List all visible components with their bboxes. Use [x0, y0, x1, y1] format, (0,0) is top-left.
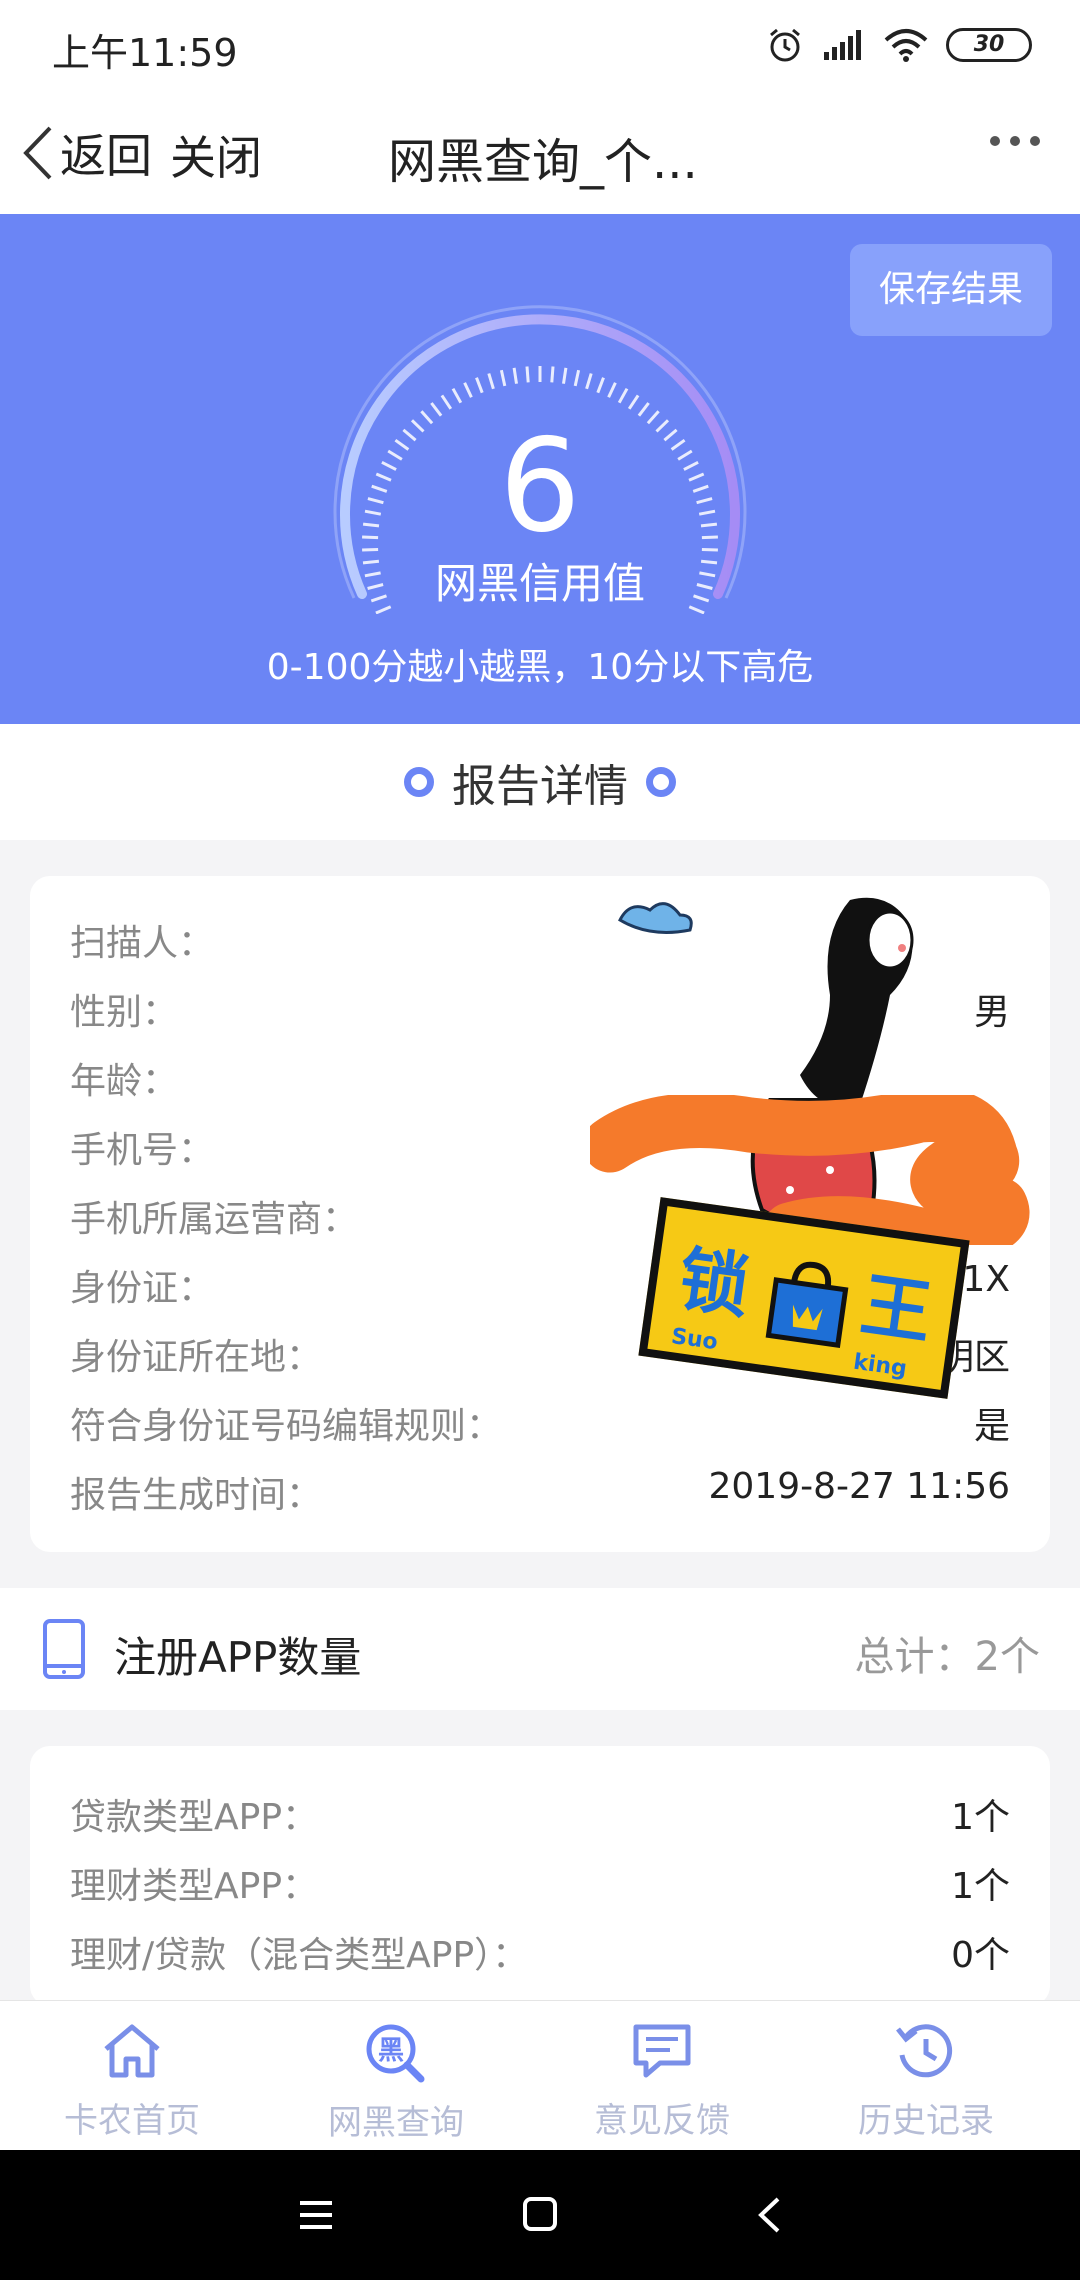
tab-label: 卡农首页: [64, 2101, 200, 2141]
back-label: 返回: [60, 129, 152, 183]
gauge-tick: [451, 387, 463, 404]
tab-history[interactable]: 历史记录: [826, 2021, 1026, 2142]
sticker-text-left: 锁: [673, 1237, 755, 1329]
battery-indicator: 30: [946, 28, 1032, 62]
detail-label: 年龄：: [70, 1061, 179, 1102]
save-result-button[interactable]: 保存结果: [850, 244, 1052, 336]
gauge-tick: [596, 377, 605, 394]
detail-value: 2019-8-27 11:56: [708, 1466, 1011, 1507]
bottom-tab-bar: 卡农首页 黑 网黑查询 意见反馈 历史记录: [0, 2000, 1080, 2150]
detail-label: 手机号：: [70, 1130, 215, 1171]
status-icons: 30: [766, 26, 1032, 64]
app-row-label: 理财类型APP：: [70, 1866, 319, 1907]
phone-icon: [43, 1619, 85, 1679]
wifi-icon: [884, 29, 928, 62]
app-row-value: 1个: [951, 1797, 1010, 1838]
shopping-bag-icon: [765, 1261, 849, 1348]
gauge-tick: [512, 367, 518, 384]
app-row-value: 0个: [951, 1935, 1010, 1976]
detail-value: 是: [973, 1406, 1010, 1447]
tab-label: 意见反馈: [594, 2101, 730, 2141]
detail-row: 符合身份证号码编辑规则： 是: [70, 1397, 1010, 1457]
ring-icon: [646, 767, 676, 797]
home-icon: [104, 2024, 160, 2078]
score-hero: 保存结果 6 网黑信用值 0-100分越小越黑，10分以下高危: [0, 214, 1080, 724]
detail-row: 报告生成时间： 2019-8-27 11:56: [70, 1466, 1010, 1526]
gauge-tick: [475, 377, 484, 394]
ring-icon: [404, 767, 434, 797]
gauge-tick: [627, 394, 640, 410]
report-section-header: 报告详情: [0, 724, 1080, 840]
detail-label: 扫描人：: [70, 923, 215, 964]
tab-label: 网黑查询: [328, 2103, 464, 2143]
more-dot-icon: [1010, 136, 1020, 146]
credit-score-label: 网黑信用值: [434, 559, 645, 608]
home-square-icon[interactable]: [522, 2196, 558, 2232]
detail-label: 身份证：: [70, 1268, 215, 1309]
detail-label: 身份证所在地：: [70, 1337, 323, 1378]
gauge-tick: [607, 382, 617, 398]
gauge-tick: [487, 373, 495, 390]
app-row: 理财/贷款（混合类型APP）： 0个: [70, 1926, 1010, 1986]
app-count-title: 注册APP数量: [114, 1633, 362, 1682]
credit-score: 6: [499, 412, 581, 561]
more-dot-icon: [1030, 136, 1040, 146]
tab-feedback[interactable]: 意见反馈: [562, 2021, 762, 2142]
report-heading: 报告详情: [452, 761, 628, 812]
status-bar: 上午11:59 30: [0, 0, 1080, 92]
detail-label: 报告生成时间：: [70, 1475, 323, 1516]
tab-blacklist-query[interactable]: 黑 网黑查询: [296, 2021, 496, 2144]
signal-icon: [824, 30, 861, 60]
app-count-header: 注册APP数量 总计：2个: [0, 1588, 1080, 1710]
tab-home[interactable]: 卡农首页: [32, 2021, 232, 2142]
sticker-text-right: 王: [856, 1263, 937, 1355]
app-row: 贷款类型APP： 1个: [70, 1788, 1010, 1848]
app-count-total: 总计：2个: [854, 1634, 1040, 1680]
nav-bar: 返回 关闭 网黑查询_个...: [0, 92, 1080, 214]
search-black-icon: 黑: [366, 2024, 425, 2083]
detail-value: 1X: [962, 1259, 1010, 1300]
back-button[interactable]: 返回: [20, 120, 152, 186]
gauge-tick: [525, 366, 530, 383]
sticker-small-left: Suo: [669, 1324, 720, 1356]
tab-label: 历史记录: [858, 2101, 994, 2141]
feedback-icon: [633, 2024, 691, 2078]
app-row: 理财类型APP： 1个: [70, 1857, 1010, 1917]
system-nav-bar: [0, 2150, 1080, 2280]
score-note: 0-100分越小越黑，10分以下高危: [266, 647, 814, 688]
svg-text:黑: 黑: [378, 2036, 404, 2066]
alarm-icon: [770, 28, 800, 62]
app-count-card: 贷款类型APP： 1个 理财类型APP： 1个 理财/贷款（混合类型APP）： …: [30, 1746, 1050, 2006]
gauge-tick: [440, 394, 453, 410]
more-menu-button[interactable]: [990, 136, 1040, 146]
gauge-tick: [617, 387, 629, 404]
gauge-tick: [550, 366, 555, 383]
gauge-tick: [585, 373, 593, 390]
gauge-tick: [499, 369, 507, 387]
status-time: 上午11:59: [52, 31, 238, 75]
detail-label: 手机所属运营商：: [70, 1199, 359, 1240]
back-arrow-icon[interactable]: [756, 2196, 782, 2234]
detail-label: 性别：: [70, 992, 179, 1033]
gauge-tick: [573, 369, 581, 387]
chevron-left-icon: [23, 126, 52, 180]
history-icon: [896, 2024, 953, 2078]
app-row-label: 贷款类型APP：: [70, 1797, 319, 1838]
close-button[interactable]: 关闭: [170, 122, 262, 188]
menu-icon[interactable]: [298, 2200, 334, 2230]
gauge-tick: [463, 382, 473, 398]
app-row-label: 理财/贷款（混合类型APP）：: [70, 1935, 529, 1976]
page-title: 网黑查询_个...: [388, 134, 698, 190]
detail-label: 符合身份证号码编辑规则：: [70, 1406, 503, 1447]
gauge-tick: [562, 367, 568, 384]
more-dot-icon: [990, 136, 1000, 146]
app-row-value: 1个: [951, 1866, 1010, 1907]
